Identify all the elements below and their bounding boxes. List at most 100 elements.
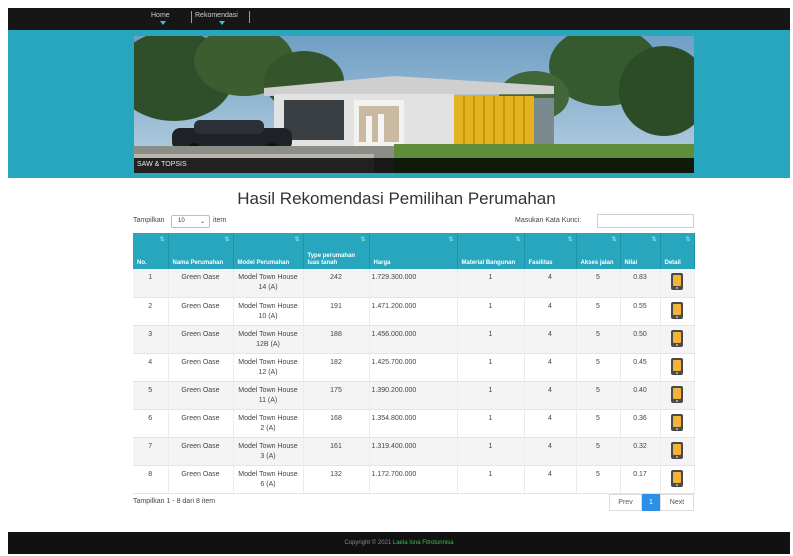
cell-no: 3 [133, 325, 169, 354]
table-header-detail[interactable]: Detail ⇅ [660, 233, 695, 269]
cell-type: 161 [303, 437, 370, 466]
cell-harga: 1.319.400.000 [369, 437, 458, 466]
cell-nilai: 0.55 [620, 297, 661, 326]
cell-model: Model Town House 11 (A) [233, 381, 304, 410]
cell-material: 1 [457, 409, 525, 438]
cell-model: Model Town House 2 (A) [233, 409, 304, 438]
cell-model: Model Town House 3 (A) [233, 437, 304, 466]
sort-icon: ⇅ [224, 237, 230, 243]
phone-detail-icon[interactable] [671, 301, 683, 319]
table-header-nilai[interactable]: Nilai ⇅ [620, 233, 661, 269]
table-header-no[interactable]: No. ⇅ [133, 233, 169, 269]
banner-caption-text: SAW & TOPSIS [137, 161, 187, 168]
phone-detail-icon[interactable] [671, 273, 683, 290]
sort-icon: ⇅ [294, 237, 300, 243]
cell-type: 182 [303, 353, 370, 382]
search-input[interactable] [597, 214, 694, 228]
cell-material: 1 [457, 437, 525, 466]
cell-detail [660, 297, 695, 326]
table-header-akses[interactable]: Akses jalan ⇅ [576, 233, 621, 269]
cell-model: Model Town House 12B (A) [233, 325, 304, 354]
table-row: 2 Green Oase Model Town House 10 (A) 191 1.4… [133, 297, 695, 326]
cell-akses: 5 [576, 437, 621, 466]
sort-icon: ⇅ [611, 237, 617, 243]
cell-nilai: 0.32 [620, 437, 661, 466]
prev-page-button[interactable]: Prev [609, 494, 642, 511]
page-footer: Copyright © 2021 Laela Isna Fitrotunnisa [8, 532, 790, 554]
footer-author: Laela Isna Fitrotunnisa [392, 540, 454, 546]
cell-nama: Green Oase [168, 381, 234, 410]
table-header-nama[interactable]: Nama Perumahan ⇅ [168, 233, 234, 269]
header-label: Detail [664, 260, 681, 266]
cell-fasilitas: 4 [524, 325, 577, 354]
cell-nama: Green Oase [168, 465, 234, 494]
next-page-button[interactable]: Next [660, 494, 694, 511]
header-label: Material Bangunan [461, 260, 516, 266]
cell-detail [660, 269, 695, 298]
table-row: 6 Green Oase Model Town House 2 (A) 168 1.35… [133, 409, 695, 438]
table-header-harga[interactable]: Harga ⇅ [369, 233, 458, 269]
cell-material: 1 [457, 465, 525, 494]
cell-no: 1 [133, 269, 169, 298]
search-label: Masukan Kata Kunci: [515, 217, 582, 224]
banner-caption: SAW & TOPSIS [134, 158, 694, 173]
cell-type: 242 [303, 269, 370, 298]
cell-harga: 1.172.700.000 [369, 465, 458, 494]
phone-detail-icon[interactable] [671, 329, 683, 347]
sort-icon: ⇅ [448, 237, 454, 243]
cell-model: Model Town House 14 (A) [233, 269, 304, 298]
table-header-material[interactable]: Material Bangunan ⇅ [457, 233, 525, 269]
cell-nilai: 0.45 [620, 353, 661, 382]
nav-divider [249, 11, 250, 23]
cell-nilai: 0.83 [620, 269, 661, 298]
cell-detail [660, 325, 695, 354]
cell-fasilitas: 4 [524, 465, 577, 494]
cell-no: 7 [133, 437, 169, 466]
table-row: 1 Green Oase Model Town House 14 (A) 242 1.7… [133, 269, 695, 298]
cell-harga: 1.390.200.000 [369, 381, 458, 410]
cell-nilai: 0.36 [620, 409, 661, 438]
cell-nilai: 0.17 [620, 465, 661, 494]
phone-detail-icon[interactable] [671, 357, 683, 375]
cell-type: 168 [303, 409, 370, 438]
cell-model: Model Town House 10 (A) [233, 297, 304, 326]
house-illustration [134, 36, 694, 173]
table-header-row: No. ⇅ Nama Perumahan ⇅ Model Perumahan ⇅ Type … [133, 233, 695, 269]
cell-detail [660, 353, 695, 382]
header-label: Nilai [624, 260, 638, 266]
cell-akses: 5 [576, 269, 621, 298]
cell-nama: Green Oase [168, 297, 234, 326]
page-length-value: 10 [178, 218, 185, 224]
sort-icon: ⇅ [360, 237, 366, 243]
cell-type: 175 [303, 381, 370, 410]
page-1-button[interactable]: 1 [642, 494, 660, 511]
table-info-text: Tampilkan 1 - 8 dari 8 item [133, 498, 216, 505]
cell-harga: 1.456.000.000 [369, 325, 458, 354]
table-header-model[interactable]: Model Perumahan ⇅ [233, 233, 304, 269]
sort-icon: ⇅ [567, 237, 573, 243]
cell-nama: Green Oase [168, 325, 234, 354]
cell-akses: 5 [576, 465, 621, 494]
cell-material: 1 [457, 353, 525, 382]
table-header-type[interactable]: Type perumahan luas tanah ⇅ [303, 233, 370, 269]
cell-akses: 5 [576, 409, 621, 438]
page-length-select[interactable]: 10 ⌄ [171, 215, 210, 228]
cell-type: 188 [303, 325, 370, 354]
cell-no: 8 [133, 465, 169, 494]
nav-divider [191, 11, 192, 23]
phone-detail-icon[interactable] [671, 441, 683, 459]
cell-no: 2 [133, 297, 169, 326]
cell-nama: Green Oase [168, 409, 234, 438]
nav-home-link[interactable]: Home [151, 12, 170, 19]
cell-harga: 1.471.200.000 [369, 297, 458, 326]
table-header-fasilitas[interactable]: Fasilitas ⇅ [524, 233, 577, 269]
table-row: 5 Green Oase Model Town House 11 (A) 175 1.3… [133, 381, 695, 410]
cell-nama: Green Oase [168, 353, 234, 382]
cell-akses: 5 [576, 297, 621, 326]
phone-detail-icon[interactable] [671, 385, 683, 403]
banner-image [134, 36, 694, 173]
nav-rekomendasi-link[interactable]: Rekomendasi [195, 12, 238, 19]
phone-detail-icon[interactable] [671, 413, 683, 431]
header-label: Fasilitas [528, 260, 553, 266]
phone-detail-icon[interactable] [671, 469, 683, 487]
